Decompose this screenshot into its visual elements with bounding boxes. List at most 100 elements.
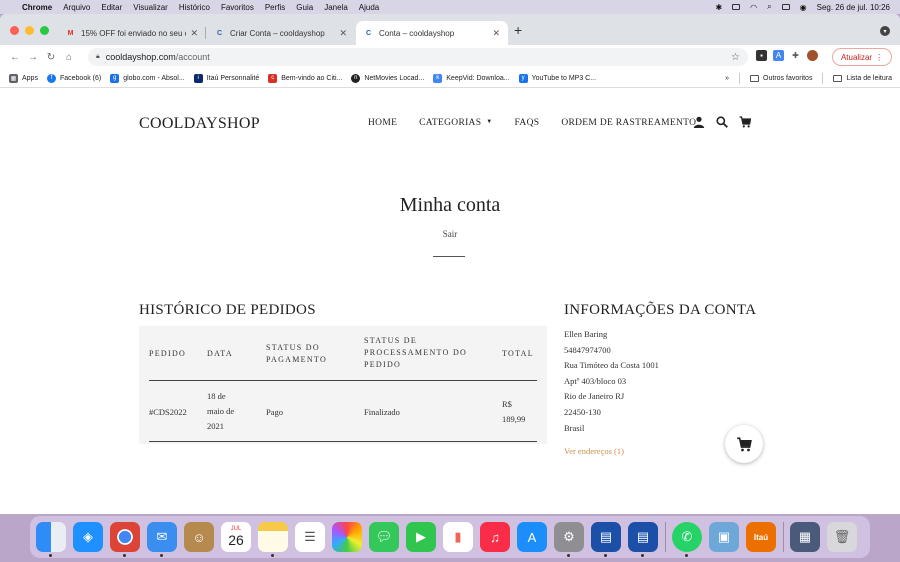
menu-item-perfis[interactable]: Perfis bbox=[265, 3, 285, 12]
bookmark-apps[interactable]: ▦ Apps bbox=[9, 73, 38, 83]
order-id-link[interactable]: #CDS2022 bbox=[149, 405, 187, 420]
close-tab-icon[interactable]: ✕ bbox=[339, 28, 347, 39]
dock-reminders-icon[interactable]: ☰ bbox=[295, 522, 325, 552]
header-icons bbox=[693, 116, 751, 128]
profile-avatar[interactable] bbox=[807, 50, 818, 61]
translate-icon[interactable]: A bbox=[773, 50, 784, 61]
menu-item-historico[interactable]: Histórico bbox=[179, 3, 210, 12]
close-tab-icon[interactable]: ✕ bbox=[492, 28, 500, 39]
column-header-data: DATA bbox=[207, 349, 233, 358]
dock-keynote-icon[interactable]: ▤ bbox=[591, 522, 621, 557]
bookmark-citi[interactable]: c Bem-vindo ao Citi... bbox=[268, 73, 342, 83]
floating-cart-button[interactable] bbox=[725, 425, 763, 463]
youtube-mp3-icon: y bbox=[518, 73, 528, 83]
home-icon[interactable]: ⌂ bbox=[62, 52, 76, 63]
bookmark-itau[interactable]: i Itaú Personnalité bbox=[193, 73, 259, 83]
nav-categorias[interactable]: CATEGORIAS ▼ bbox=[419, 118, 492, 128]
dock-photos-icon[interactable] bbox=[332, 522, 362, 552]
menu-item-ajuda[interactable]: Ajuda bbox=[359, 3, 379, 12]
view-addresses-link[interactable]: Ver endereços (1) bbox=[564, 444, 659, 460]
menubar-status-area: ✱ ◠ ⌕ ◉ Seg. 26 de jul. 10:26 bbox=[715, 2, 890, 12]
wifi-icon[interactable]: ◠ bbox=[750, 3, 757, 12]
column-header-total: TOTAL bbox=[502, 349, 534, 358]
tab-criar-conta[interactable]: C Criar Conta – cooldayshop ✕ bbox=[207, 21, 355, 45]
menu-item-favoritos[interactable]: Favoritos bbox=[221, 3, 254, 12]
orders-section-title: HISTÓRICO DE PEDIDOS bbox=[139, 302, 316, 318]
gmail-icon: M bbox=[67, 29, 74, 37]
account-icon[interactable] bbox=[693, 116, 705, 128]
dock-downloads-stack-icon[interactable]: ▦ bbox=[790, 522, 820, 552]
nav-faqs[interactable]: FAQS bbox=[515, 118, 540, 128]
zoom-window-button[interactable] bbox=[40, 26, 49, 35]
tab-conta-active[interactable]: C Conta – cooldayshop ✕ bbox=[356, 21, 508, 45]
site-logo[interactable]: COOLDAYSHOP bbox=[139, 115, 260, 133]
dock-trash-icon[interactable]: 🗑︎ bbox=[827, 522, 857, 552]
address-bar[interactable]: 🔒︎ cooldayshop.com/account ☆ bbox=[88, 48, 748, 66]
dock-preview-icon[interactable]: ▣ bbox=[709, 522, 739, 552]
back-icon[interactable]: ← bbox=[8, 52, 22, 63]
search-icon[interactable] bbox=[716, 116, 728, 128]
nav-home[interactable]: HOME bbox=[368, 118, 397, 128]
dock-mail-icon[interactable]: ✉ bbox=[147, 522, 177, 557]
dock-notes-icon[interactable] bbox=[258, 522, 288, 557]
caret-down-icon: ▼ bbox=[486, 119, 493, 125]
menu-item-arquivo[interactable]: Arquivo bbox=[63, 3, 90, 12]
close-window-button[interactable] bbox=[10, 26, 19, 35]
netmovies-icon: n bbox=[351, 73, 361, 83]
cart-icon[interactable] bbox=[739, 116, 751, 128]
lock-icon[interactable]: 🔒︎ bbox=[96, 53, 100, 61]
nav-ordem-rastreamento[interactable]: ORDEM DE RASTREAMENTO bbox=[561, 118, 696, 128]
dock-facetime-icon[interactable]: ▶ bbox=[406, 522, 436, 552]
column-header-status-processamento: STATUS DE PROCESSAMENTO DO PEDIDO bbox=[364, 336, 468, 369]
bookmark-facebook[interactable]: f Facebook (6) bbox=[46, 73, 101, 83]
battery-icon[interactable] bbox=[732, 4, 741, 10]
bookmark-keepvid[interactable]: k KeepVid: Downloa... bbox=[433, 73, 510, 83]
dock-messages-icon[interactable]: 💬︎ bbox=[369, 522, 399, 552]
dock-finder-icon[interactable] bbox=[36, 522, 66, 557]
extension-icon[interactable]: ▪ bbox=[756, 50, 767, 61]
menu-item-visualizar[interactable]: Visualizar bbox=[133, 3, 168, 12]
bluetooth-icon[interactable]: ✱ bbox=[715, 3, 722, 12]
dock-numbers-icon[interactable]: ▮ bbox=[443, 522, 473, 552]
search-spotlight-icon[interactable]: ⌕ bbox=[767, 2, 771, 12]
dock-contacts-icon[interactable]: ☺ bbox=[184, 522, 214, 552]
reload-icon[interactable]: ↻ bbox=[44, 52, 58, 63]
other-favorites-folder[interactable]: Outros favoritos bbox=[750, 75, 812, 82]
bookmark-star-icon[interactable]: ☆ bbox=[731, 52, 740, 63]
keepvid-icon: k bbox=[433, 73, 443, 83]
dock-chrome-icon[interactable] bbox=[110, 522, 140, 557]
menu-app-name[interactable]: Chrome bbox=[22, 3, 52, 12]
control-center-icon[interactable] bbox=[781, 4, 790, 10]
puzzle-extensions-icon[interactable]: ✚ bbox=[790, 50, 801, 61]
dock-app-store-icon[interactable]: A bbox=[517, 522, 547, 552]
update-button[interactable]: Atualizar ⋮ bbox=[832, 48, 892, 66]
dock-safari-icon[interactable]: ◈ bbox=[73, 522, 103, 552]
menu-item-editar[interactable]: Editar bbox=[101, 3, 122, 12]
dock-itau-icon[interactable]: Itaú bbox=[746, 522, 776, 552]
menu-item-guia[interactable]: Guia bbox=[296, 3, 313, 12]
new-tab-icon[interactable]: + bbox=[514, 22, 522, 38]
tab-search-icon[interactable]: ▾ bbox=[880, 26, 890, 36]
macos-menu-bar: Chrome Arquivo Editar Visualizar Históri… bbox=[0, 0, 900, 14]
site-icon: C bbox=[216, 29, 223, 37]
menubar-datetime[interactable]: Seg. 26 de jul. 10:26 bbox=[817, 3, 890, 12]
close-tab-icon[interactable]: ✕ bbox=[190, 28, 198, 39]
tab-gmail[interactable]: M 15% OFF foi enviado no seu ca ✕ bbox=[58, 21, 206, 45]
menu-item-janela[interactable]: Janela bbox=[324, 3, 348, 12]
bookmark-youtube-mp3[interactable]: y YouTube to MP3 C... bbox=[518, 73, 596, 83]
minimize-window-button[interactable] bbox=[25, 26, 34, 35]
dock-calendar-icon[interactable]: JUL 26 bbox=[221, 522, 251, 552]
siri-icon[interactable]: ◉ bbox=[800, 3, 807, 12]
logout-link[interactable]: Sair bbox=[0, 229, 900, 239]
url-domain: cooldayshop.com bbox=[105, 52, 176, 62]
dock-system-preferences-icon[interactable]: ⚙ bbox=[554, 522, 584, 557]
more-bookmarks-button[interactable]: » bbox=[725, 75, 729, 82]
dock-whatsapp-icon[interactable]: ✆ bbox=[672, 522, 702, 557]
bookmark-netmovies[interactable]: n NetMovies Locad... bbox=[351, 73, 424, 83]
dock-image-capture-icon[interactable]: ▤ bbox=[628, 522, 658, 557]
reading-list-button[interactable]: Lista de leitura bbox=[833, 75, 892, 82]
forward-icon[interactable]: → bbox=[26, 52, 40, 63]
dock-music-icon[interactable]: ♫ bbox=[480, 522, 510, 552]
bookmark-globo[interactable]: g globo.com - Absol... bbox=[110, 73, 185, 83]
cart-icon bbox=[737, 436, 752, 451]
